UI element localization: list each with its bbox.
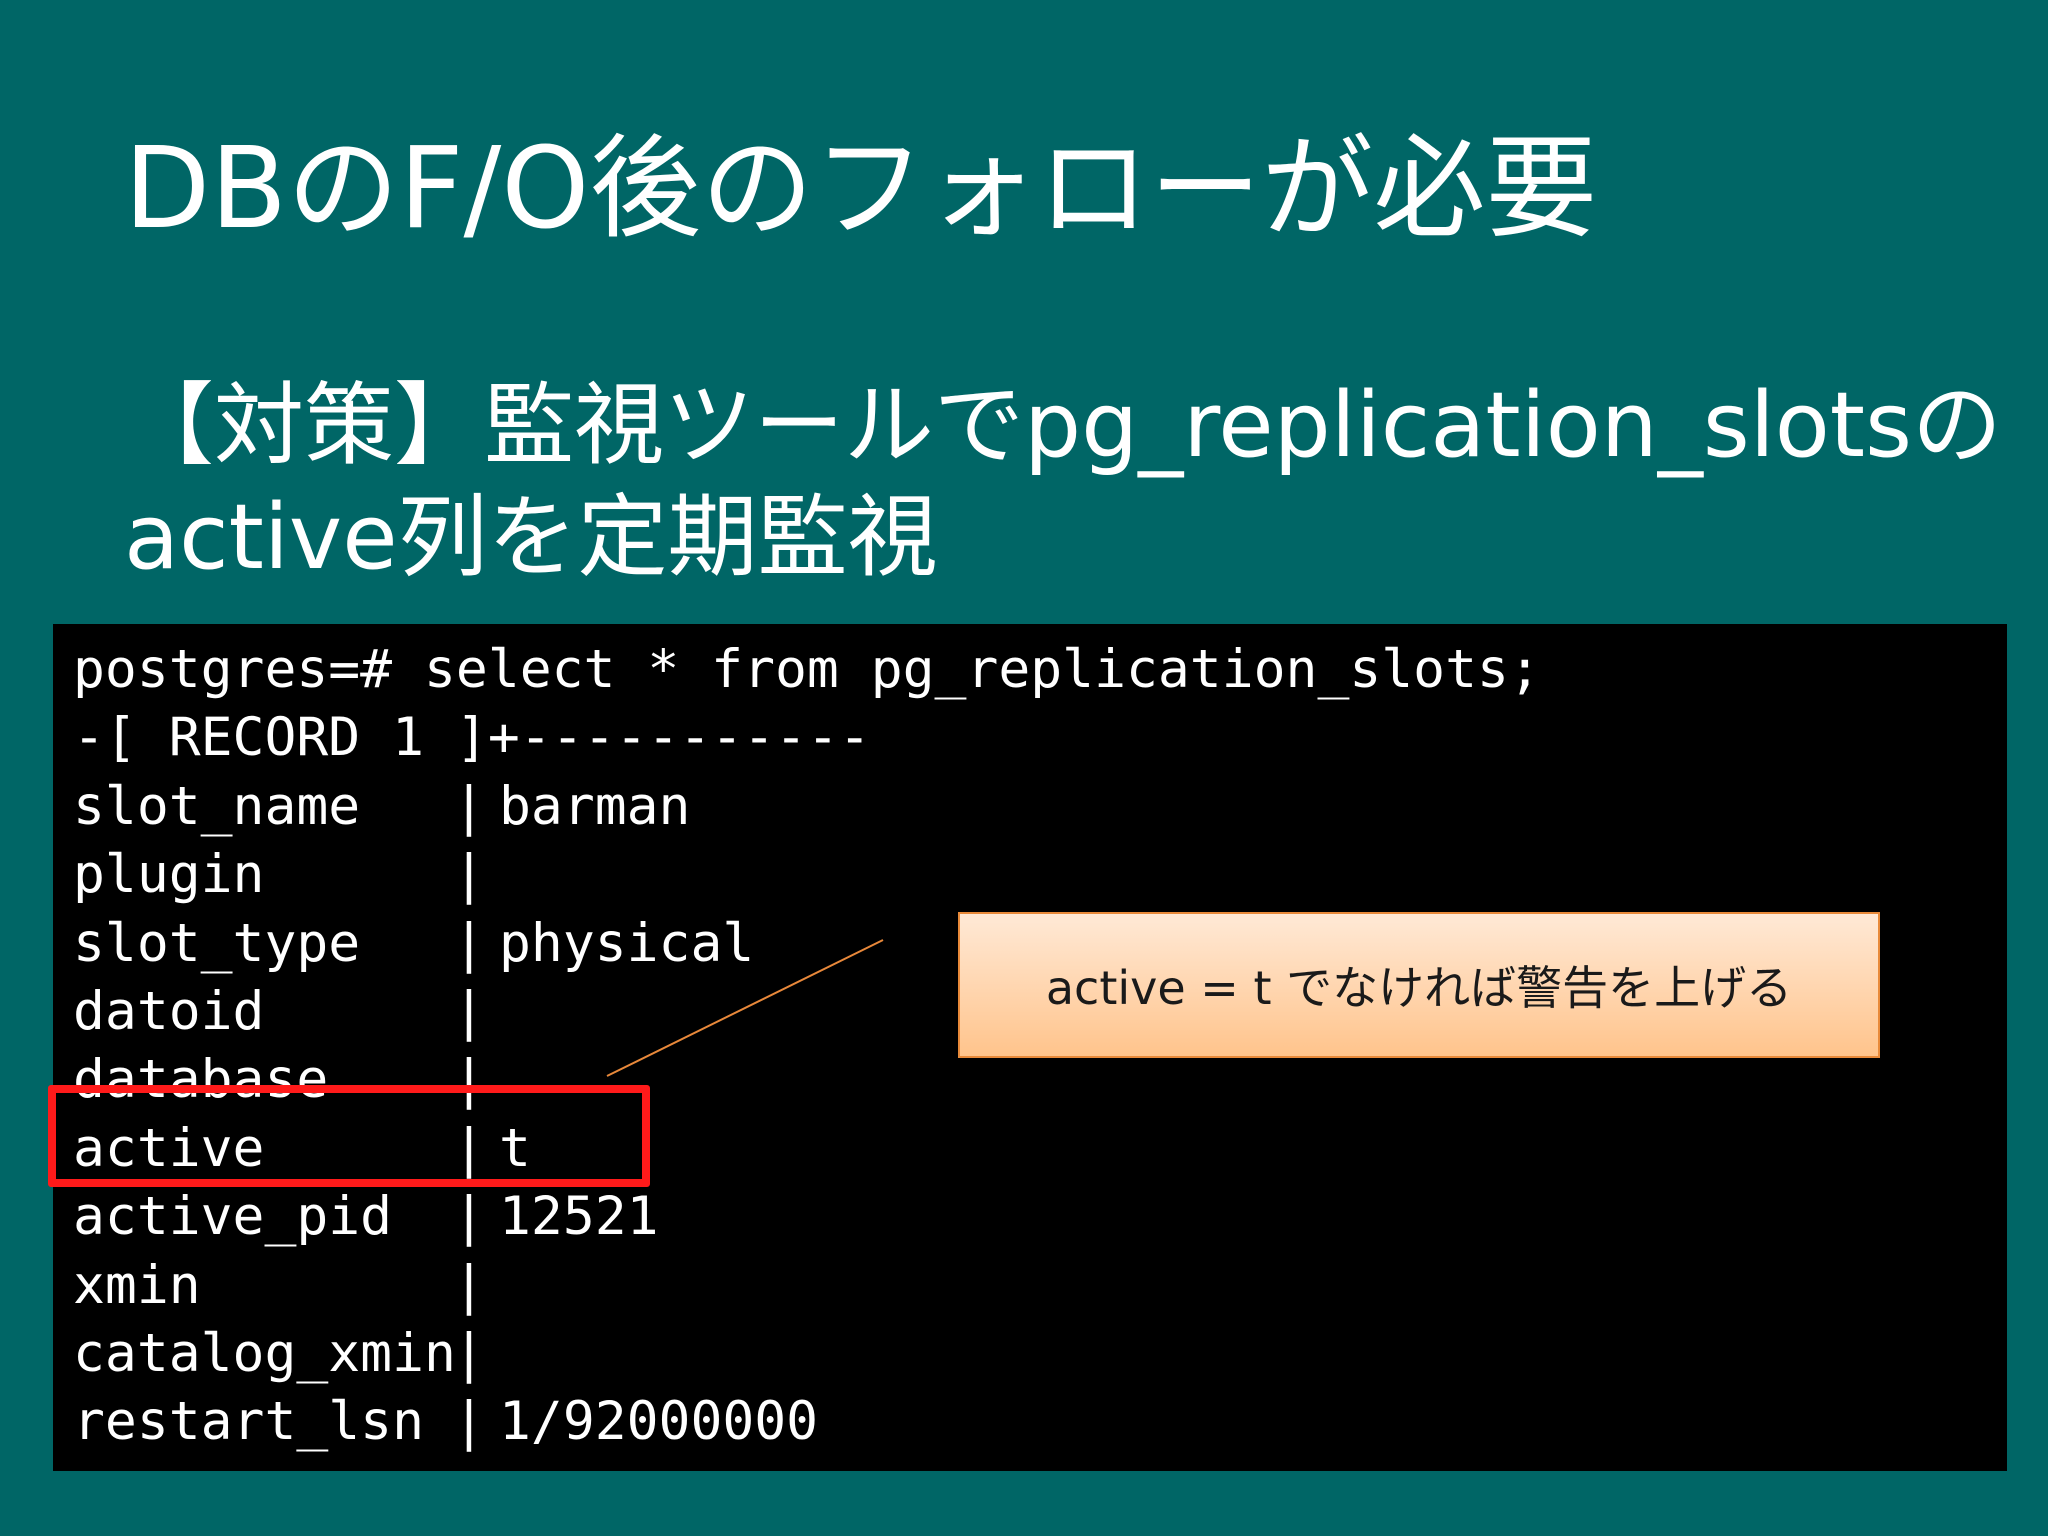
slide-title: DBのF/O後のフォローが必要 bbox=[124, 124, 1598, 254]
row-field: catalog_xmin bbox=[73, 1322, 456, 1384]
sql-command: postgres=# select * from pg_replication_… bbox=[73, 639, 1541, 700]
active-row-highlight bbox=[48, 1085, 650, 1187]
row-separator: | bbox=[453, 1186, 485, 1248]
subtitle-line-1: 【対策】監視ツールでpg_replication_slotsの bbox=[124, 373, 2002, 478]
callout-text: active = t でなければ警告を上げる bbox=[1045, 961, 1793, 1015]
row-separator: | bbox=[453, 980, 485, 1042]
row-value: 12521 bbox=[499, 1186, 659, 1248]
slide-subtitle: 【対策】監視ツールでpg_replication_slotsの active列を… bbox=[124, 370, 2002, 594]
row-field: xmin bbox=[73, 1254, 201, 1316]
row-field: plugin bbox=[73, 844, 265, 906]
row-field: datoid bbox=[73, 980, 265, 1042]
row-field: active_pid bbox=[73, 1186, 393, 1248]
table-row: catalog_xmin| bbox=[73, 1320, 1541, 1388]
table-row: restart_lsn | 1/92000000 bbox=[73, 1388, 1541, 1456]
row-separator: | bbox=[453, 912, 485, 974]
row-value: physical bbox=[499, 912, 755, 974]
row-field: restart_lsn bbox=[73, 1391, 424, 1453]
record-header: -[ RECORD 1 ]+----------- bbox=[73, 707, 871, 769]
row-separator: | bbox=[453, 1391, 485, 1453]
table-row: active_pid | 12521 bbox=[73, 1183, 1541, 1251]
row-separator: | bbox=[453, 844, 485, 906]
subtitle-line-2: active列を定期監視 bbox=[124, 485, 938, 590]
table-row: xmin | bbox=[73, 1252, 1541, 1320]
row-value: 1/92000000 bbox=[499, 1391, 819, 1453]
row-separator: | bbox=[453, 1322, 485, 1384]
table-row: slot_name | barman bbox=[73, 773, 1541, 841]
row-separator: | bbox=[453, 775, 485, 837]
table-row: plugin | bbox=[73, 841, 1541, 909]
callout-box: active = t でなければ警告を上げる bbox=[958, 912, 1880, 1058]
row-value: barman bbox=[499, 775, 691, 837]
slide: DBのF/O後のフォローが必要 【対策】監視ツールでpg_replication… bbox=[0, 0, 2048, 1536]
row-field: slot_name bbox=[73, 775, 361, 837]
row-separator: | bbox=[453, 1254, 485, 1316]
row-field: slot_type bbox=[73, 912, 361, 974]
